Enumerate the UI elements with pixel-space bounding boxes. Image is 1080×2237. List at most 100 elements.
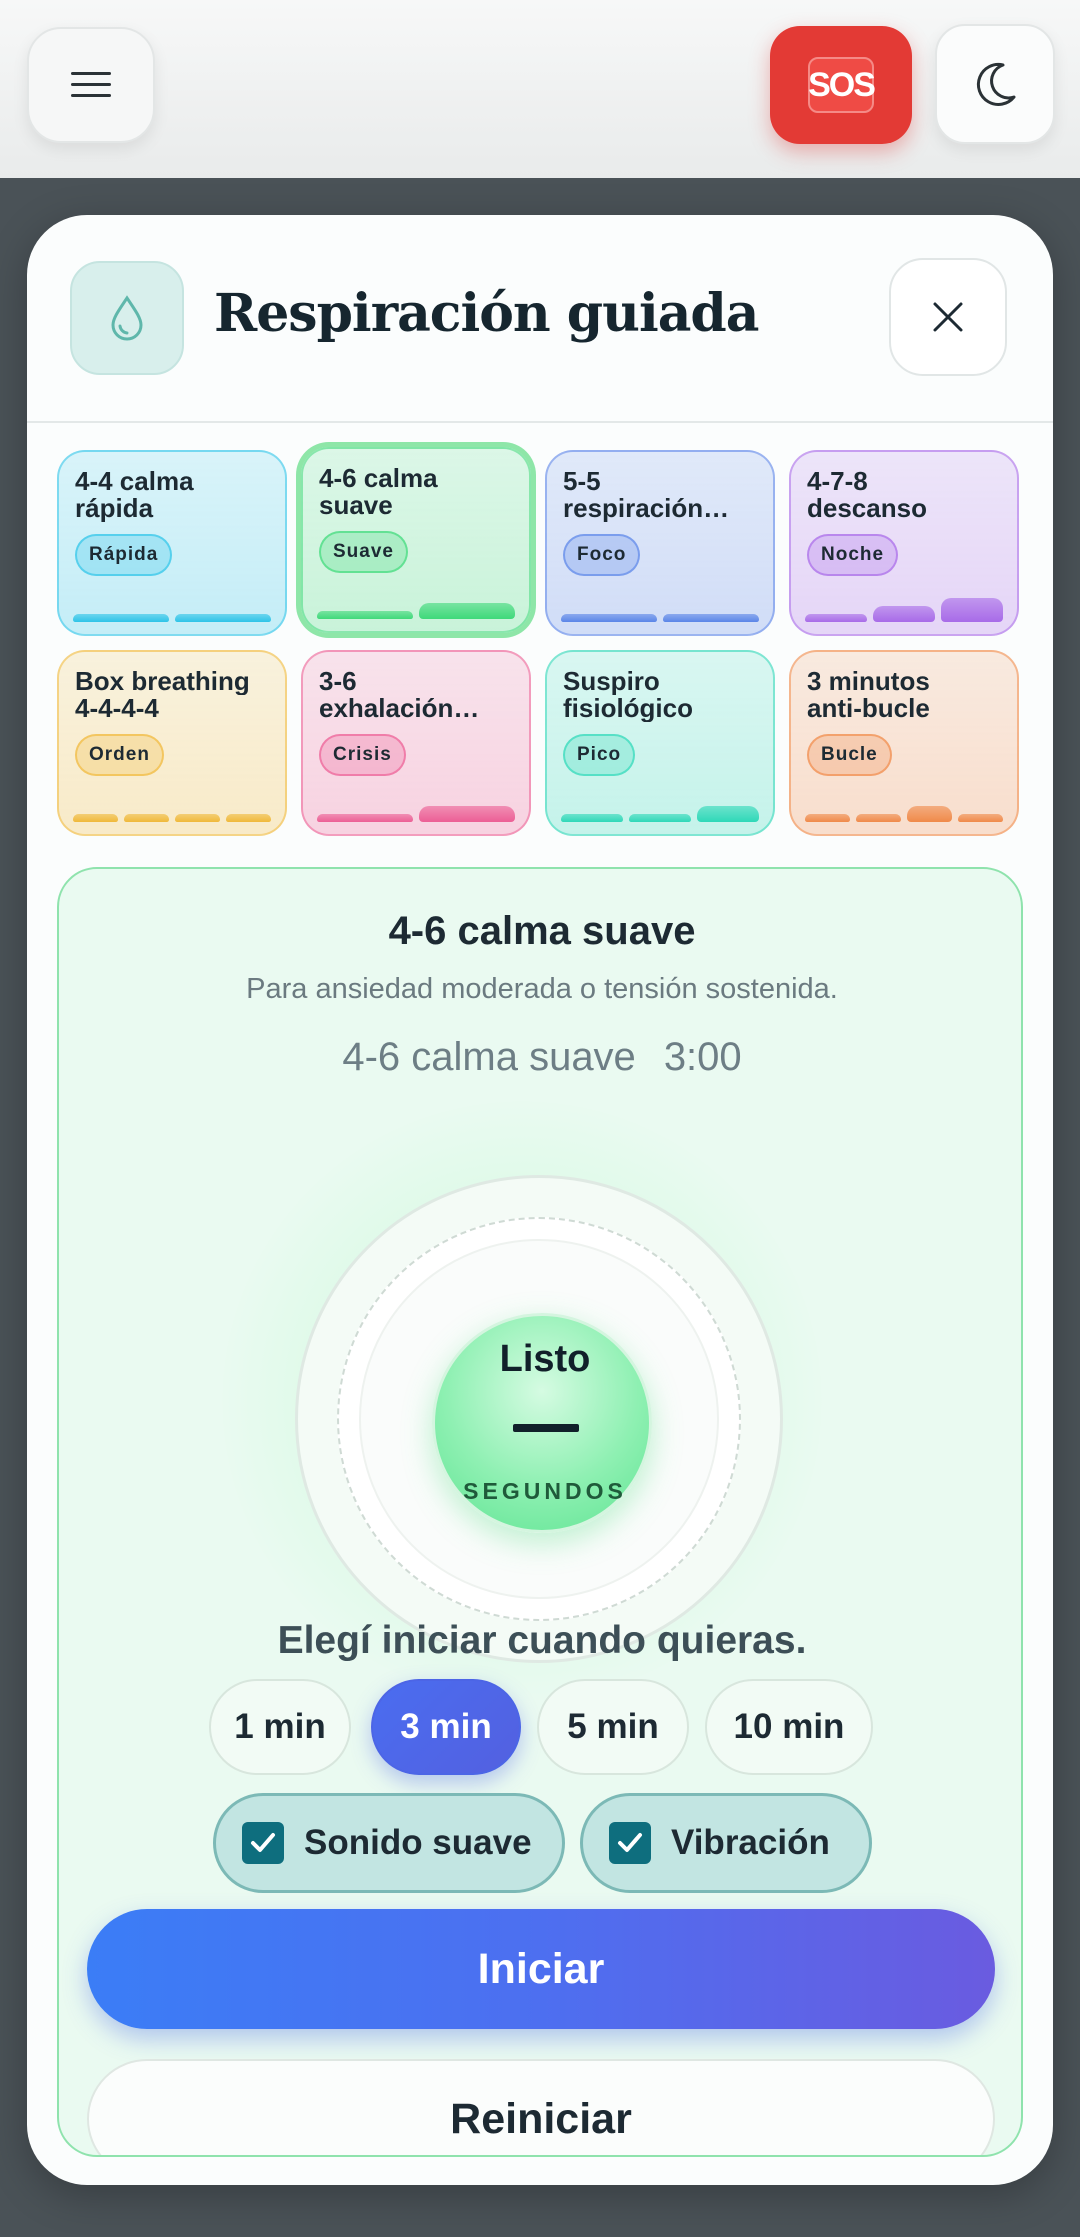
header-icon-box <box>70 261 184 375</box>
technique-card-title: 4-7-8 descanso <box>807 468 1001 524</box>
technique-card-title: 4-4 calma rápida <box>75 468 269 524</box>
technique-rhythm-bars <box>317 589 515 619</box>
technique-card-title: Box breathing 4-4-4-4 <box>75 668 269 724</box>
start-hint: Elegí iniciar cuando quieras. <box>277 1619 807 1662</box>
rhythm-bar <box>419 603 515 619</box>
theme-toggle-button[interactable] <box>935 24 1055 144</box>
duration-5-min[interactable]: 5 min <box>537 1679 689 1775</box>
technique-rhythm-bars <box>73 592 271 622</box>
top-bar: SOS <box>0 0 1080 178</box>
technique-badge: Bucle <box>807 734 892 776</box>
rhythm-bar <box>73 814 118 822</box>
sound-label: Sonido suave <box>304 1823 532 1862</box>
technique-card-title-line: descanso <box>807 495 927 522</box>
breathing-counter <box>513 1424 579 1432</box>
breathing-player: 4-6 calma suave Para ansiedad moderada o… <box>57 867 1023 2157</box>
technique-card-title-line: Suspiro <box>563 668 660 695</box>
technique-card-title-line: 3 minutos <box>807 668 930 695</box>
rhythm-bar <box>73 614 169 622</box>
rhythm-bar <box>317 611 413 619</box>
technique-card[interactable]: Box breathing 4-4-4-4 Orden <box>57 650 287 836</box>
rhythm-bar <box>805 614 867 622</box>
rhythm-bar <box>317 814 413 822</box>
technique-badge: Orden <box>75 734 164 776</box>
hamburger-menu-icon <box>71 70 111 100</box>
rhythm-bar <box>226 814 271 822</box>
duration-1-min[interactable]: 1 min <box>209 1679 351 1775</box>
technique-card[interactable]: 4-4 calma rápida Rápida <box>57 450 287 636</box>
technique-card-title-line: rápida <box>75 495 154 522</box>
technique-card-title-line: 4-7-8 <box>807 468 868 495</box>
rhythm-bar <box>561 614 657 622</box>
technique-badge: Rápida <box>75 534 173 576</box>
rhythm-bar <box>805 814 850 822</box>
breathing-state-label: Listo <box>499 1338 591 1380</box>
technique-card-title-line: 4-4-4-4 <box>75 695 159 722</box>
technique-card-title-line: fisiológico <box>563 695 693 722</box>
vibration-checkbox[interactable] <box>609 1822 651 1864</box>
technique-card-title: 5-5 respiración… <box>563 468 757 524</box>
technique-card-title: 3-6 exhalación… <box>319 668 513 724</box>
technique-grid: 4-4 calma rápida Rápida 4-6 calma suave Suave… <box>57 447 1023 845</box>
technique-card[interactable]: 3-6 exhalación… Crisis <box>301 650 531 836</box>
technique-card[interactable]: Suspiro fisiológico Pico <box>545 650 775 836</box>
modal-header: Respiración guiada <box>27 215 1053 423</box>
checkmark-icon <box>251 1833 275 1852</box>
technique-card-title-line: 5-5 <box>563 468 601 495</box>
sos-label: SOS <box>808 57 876 113</box>
technique-rhythm-bars <box>561 792 759 822</box>
technique-card[interactable]: 4-6 calma suave Suave <box>301 447 531 633</box>
technique-description: Para ansiedad moderada o tensión sosteni… <box>246 973 838 1005</box>
technique-card-title-line: suave <box>319 492 393 519</box>
breathing-unit-label: SEGUNDOS <box>463 1478 627 1504</box>
technique-badge: Crisis <box>319 734 406 776</box>
close-button[interactable] <box>889 258 1007 376</box>
technique-rhythm-bars <box>805 592 1003 622</box>
breathing-circle: Listo SEGUNDOS <box>432 1313 652 1533</box>
menu-button[interactable] <box>27 27 155 143</box>
duration-10-min[interactable]: 10 min <box>705 1679 873 1775</box>
technique-rhythm-bars <box>73 792 271 822</box>
technique-title: 4-6 calma suave <box>388 909 696 953</box>
modal-title: Respiración guiada <box>214 283 759 344</box>
technique-card-title-line: 4-6 calma <box>319 465 438 492</box>
rhythm-bar <box>663 614 759 622</box>
rhythm-bar <box>561 814 623 822</box>
sound-toggle[interactable]: Sonido suave <box>213 1793 565 1893</box>
technique-rhythm-bars <box>805 792 1003 822</box>
technique-card[interactable]: 4-7-8 descanso Noche <box>789 450 1019 636</box>
technique-card-title-line: 3-6 <box>319 668 357 695</box>
rhythm-bar <box>124 814 169 822</box>
water-drop-icon <box>111 295 143 341</box>
vibration-toggle[interactable]: Vibración <box>580 1793 872 1893</box>
technique-name: 4-6 calma suave <box>342 1035 636 1079</box>
reset-button[interactable]: Reiniciar <box>87 2059 995 2155</box>
rhythm-bar <box>697 806 759 822</box>
rhythm-bar <box>629 814 691 822</box>
rhythm-bar <box>419 806 515 822</box>
sound-checkbox[interactable] <box>242 1822 284 1864</box>
duration-selector: 1 min 3 min 5 min 10 min <box>59 1679 1021 1775</box>
technique-card[interactable]: 5-5 respiración… Foco <box>545 450 775 636</box>
sos-button[interactable]: SOS <box>770 26 912 144</box>
technique-card-title: 3 minutos anti-bucle <box>807 668 1001 724</box>
rhythm-bar <box>907 806 952 822</box>
moon-icon <box>976 62 1016 106</box>
checkmark-icon <box>618 1833 642 1852</box>
rhythm-bar <box>175 814 220 822</box>
technique-rhythm-bars <box>561 592 759 622</box>
options-row: Sonido suave Vibración <box>59 1793 1021 1893</box>
technique-card-title-line: respiración… <box>563 495 730 522</box>
technique-card-title-line: 4-4 calma <box>75 468 194 495</box>
technique-card-title-line: Box breathing <box>75 668 250 695</box>
start-button[interactable]: Iniciar <box>87 1909 995 2029</box>
rhythm-bar <box>856 814 901 822</box>
technique-badge: Suave <box>319 531 408 573</box>
duration-3-min[interactable]: 3 min <box>371 1679 521 1775</box>
time-remaining: 3:00 <box>663 1035 742 1079</box>
technique-badge: Noche <box>807 534 899 576</box>
rhythm-bar <box>175 614 271 622</box>
technique-card[interactable]: 3 minutos anti-bucle Bucle <box>789 650 1019 836</box>
technique-card-title-line: anti-bucle <box>807 695 930 722</box>
rhythm-bar <box>873 606 935 622</box>
